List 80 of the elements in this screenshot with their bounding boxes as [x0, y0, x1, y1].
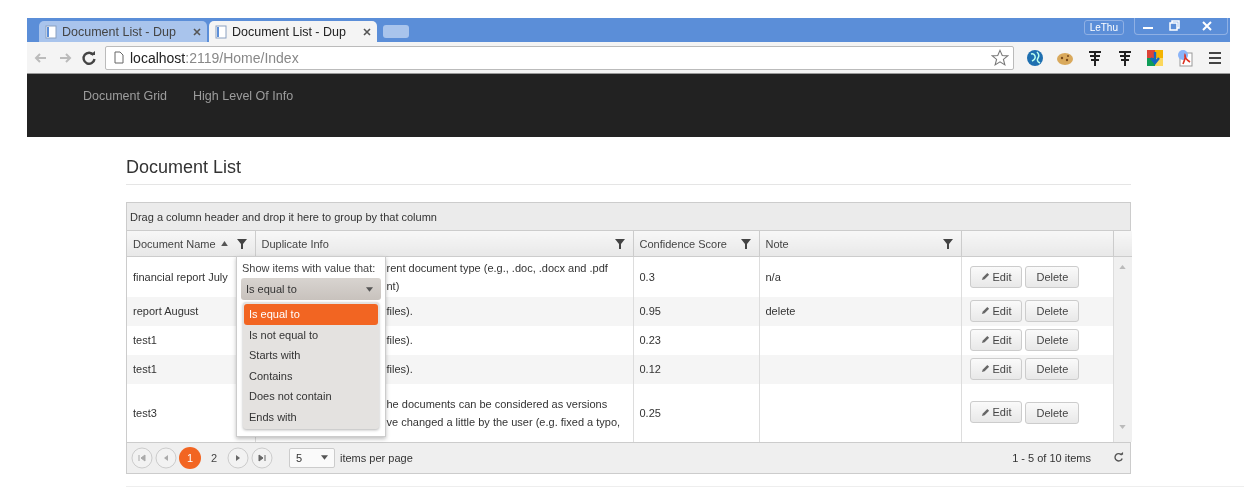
table-cell-text: files).	[386, 362, 414, 377]
document-icon	[45, 24, 57, 39]
download-icon[interactable]	[1146, 48, 1164, 67]
delete-button[interactable]: Delete	[1025, 329, 1080, 352]
refresh-icon[interactable]	[1113, 452, 1124, 463]
column-header[interactable]: Duplicate Info	[255, 231, 633, 257]
operator-dropdown[interactable]: Is equal to	[241, 278, 381, 300]
close-icon[interactable]	[363, 27, 371, 36]
table-cell: 0.95	[639, 305, 661, 317]
table-cell: report August	[133, 305, 199, 317]
pdf-icon[interactable]	[1176, 48, 1194, 67]
column-label[interactable]: Document Name	[133, 237, 216, 250]
pager-info: 1 - 5 of 10 items	[1012, 451, 1091, 464]
filter-label: Show items with value that:	[242, 262, 377, 274]
pencil-icon	[980, 364, 990, 374]
browser-tab[interactable]: Document List - Dup	[209, 21, 377, 42]
column-header[interactable]: Confidence Score	[633, 231, 759, 257]
globe-icon[interactable]	[1026, 48, 1044, 67]
operator-option[interactable]: Ends with	[244, 406, 378, 427]
sort-ascending-icon[interactable]	[220, 241, 228, 246]
table-cell: 0.25	[639, 406, 661, 419]
page-size-label: items per page	[340, 451, 413, 464]
column-header[interactable]: Document Name	[127, 231, 255, 257]
operator-option[interactable]: Does not contain	[244, 386, 378, 407]
page-number[interactable]: 2	[203, 446, 225, 469]
pencil-icon	[980, 272, 990, 281]
table-cell: 0.12	[639, 363, 661, 375]
last-page-icon[interactable]	[251, 446, 273, 469]
pencil-icon	[980, 407, 990, 417]
edit-button[interactable]: Edit	[969, 401, 1023, 424]
edit-button[interactable]: Edit	[969, 299, 1023, 322]
edit-button[interactable]: Edit	[969, 357, 1023, 380]
browser-tab[interactable]: Document List - Dup	[39, 21, 207, 42]
close-icon[interactable]	[193, 27, 201, 36]
delete-button[interactable]: Delete	[1025, 300, 1080, 323]
page-icon	[114, 51, 124, 64]
address-bar[interactable]: localhost:2119/Home/Index	[105, 45, 1014, 70]
table-cell-text: files).	[386, 304, 414, 319]
nav-link[interactable]: High Level Of Info	[193, 89, 294, 103]
table-cell-text: rent document type (e.g., .doc, .docx and .pdf nt)	[386, 260, 609, 294]
table-cell: test1	[133, 334, 157, 346]
pencil-icon	[980, 335, 990, 345]
group-hint: Drag a column header and drop it here to group by that column	[130, 210, 437, 223]
page-size-dropdown[interactable]: 5	[289, 447, 335, 468]
operator-option[interactable]: Starts with	[244, 345, 378, 366]
next-page-icon[interactable]	[227, 446, 249, 469]
antenna-icon[interactable]	[1116, 48, 1134, 67]
table-cell: test1	[133, 363, 157, 375]
column-label[interactable]: Note	[765, 237, 789, 250]
column-header[interactable]: Note	[759, 231, 961, 257]
table-cell: financial report July	[133, 270, 228, 283]
filter-icon[interactable]	[614, 238, 625, 249]
column-label[interactable]: Duplicate Info	[261, 237, 329, 250]
table-cell-text: he documents can be considered as versions ve changed a little by the user (e.g. fixed a typo,	[386, 396, 622, 430]
column-label[interactable]: Confidence Score	[639, 237, 727, 250]
nav-link[interactable]: Document Grid	[83, 89, 168, 103]
filter-icon[interactable]	[236, 238, 247, 249]
star-icon[interactable]	[991, 48, 1009, 67]
table-cell: 0.3	[639, 270, 655, 283]
caret-icon	[366, 286, 373, 292]
reload-icon[interactable]	[81, 49, 97, 66]
delete-button[interactable]: Delete	[1025, 358, 1080, 381]
page-title: Document List	[126, 157, 1131, 185]
table-cell-text: files).	[386, 333, 414, 348]
table-cell: test3	[133, 406, 157, 419]
operator-option[interactable]: Is not equal to	[244, 324, 378, 345]
delete-button[interactable]: Delete	[1025, 266, 1080, 288]
pencil-icon	[980, 306, 990, 316]
table-cell: delete	[765, 305, 796, 317]
operator-option[interactable]: Contains	[244, 365, 378, 386]
delete-button[interactable]: Delete	[1025, 401, 1080, 424]
caret-icon	[321, 455, 328, 460]
table-cell: n/a	[765, 270, 781, 283]
filter-icon[interactable]	[740, 238, 751, 249]
edit-button[interactable]: Edit	[969, 328, 1023, 351]
antenna-icon[interactable]	[1086, 48, 1104, 67]
document-icon	[215, 24, 227, 39]
table-cell: 0.23	[639, 334, 661, 346]
edit-button[interactable]: Edit	[969, 265, 1023, 288]
filter-icon[interactable]	[942, 238, 953, 249]
